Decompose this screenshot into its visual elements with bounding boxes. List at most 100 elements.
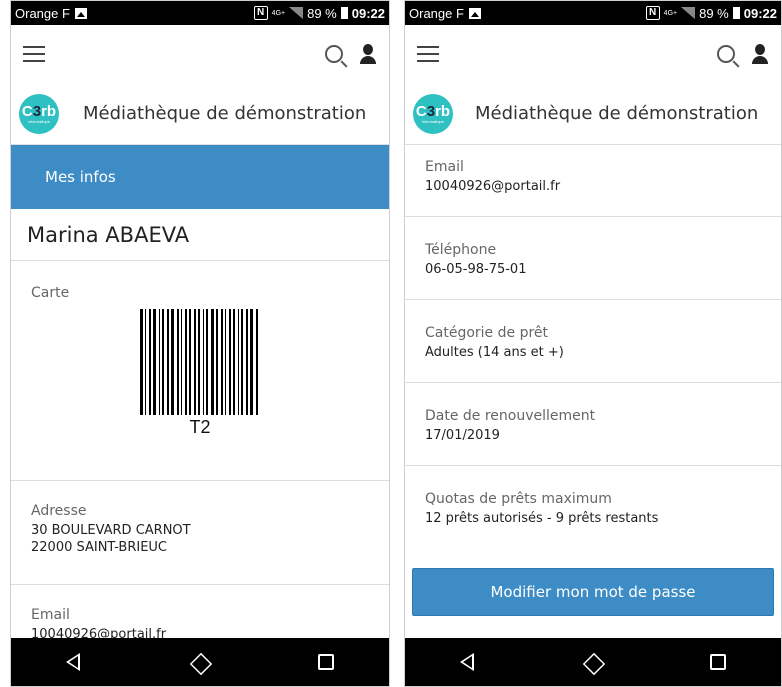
recent-apps-icon[interactable] [318, 654, 334, 670]
barcode-bar [194, 309, 196, 415]
email-label: Email [31, 607, 70, 623]
library-logo: C3rb informatique [19, 93, 59, 134]
menu-icon[interactable] [23, 46, 45, 62]
barcode-bar [240, 309, 243, 415]
barcode-bar [166, 309, 170, 415]
brand-bar[interactable]: C3rb informatique Médiathèque de démonst… [405, 83, 781, 145]
clock: 09:22 [351, 5, 385, 21]
barcode-bar [211, 309, 215, 415]
field-label: Catégorie de prêt [425, 325, 549, 341]
barcode-bar [205, 309, 209, 415]
field-value: 12 prêts autorisés - 9 prêts restants [425, 511, 659, 526]
battery-percent: 89 % [307, 5, 337, 21]
nfc-icon: N [645, 6, 660, 20]
barcode-bar [158, 309, 160, 415]
clock: 09:22 [743, 5, 777, 21]
barcode-bar [161, 309, 164, 415]
loan-quota-section: Quotas de prêts maximum 12 prêts autoris… [405, 466, 781, 549]
image-icon [468, 7, 481, 19]
barcode-bar [220, 309, 223, 415]
address-label: Adresse [31, 503, 87, 519]
app-bar [405, 25, 781, 83]
logo-subtitle: informatique [421, 118, 444, 124]
logo-mark: C3rb [415, 102, 451, 120]
email-section: Email 10040926@portail.fr [405, 145, 781, 217]
barcode-bar [245, 309, 249, 415]
loan-category-section: Catégorie de prêt Adultes (14 ans et +) [405, 300, 781, 383]
battery-icon [732, 7, 740, 19]
library-name: Médiathèque de démonstration [83, 103, 367, 124]
signal-icon [289, 7, 304, 19]
user-icon[interactable] [359, 44, 377, 64]
carrier-name: Orange F [409, 5, 464, 21]
field-value: Adultes (14 ans et +) [425, 345, 564, 360]
logo-mark: C3rb [21, 102, 57, 120]
home-icon[interactable] [583, 653, 601, 671]
app-bar [11, 25, 389, 83]
tab-label: Mes infos [45, 168, 116, 186]
barcode-bar [149, 309, 152, 415]
menu-icon[interactable] [417, 46, 439, 62]
library-name: Médiathèque de démonstration [475, 103, 759, 124]
user-name: Marina ABAEVA [11, 209, 389, 261]
tab-mes-infos[interactable]: Mes infos [11, 145, 389, 209]
field-value: 10040926@portail.fr [425, 179, 561, 194]
barcode-text: T2 [189, 417, 211, 437]
home-icon[interactable] [190, 653, 208, 671]
barcode-bar [153, 309, 156, 415]
field-value: 06-05-98-75-01 [425, 262, 527, 277]
button-area: Modifier mon mot de passe [405, 546, 781, 638]
phone-screen-right: Orange F N 4G+ 89 % 09:22 C3rb informati… [404, 0, 782, 687]
nfc-icon: N [253, 6, 268, 20]
barcode-bar [202, 309, 204, 415]
field-label: Email [425, 159, 464, 175]
image-icon [74, 7, 87, 19]
back-icon[interactable] [66, 653, 80, 671]
address-line-2: 22000 SAINT-BRIEUC [31, 540, 167, 555]
battery-percent: 89 % [699, 5, 729, 21]
account-content[interactable]: Mes infos Marina ABAEVA Carte T2 Adresse… [11, 145, 389, 638]
change-password-button[interactable]: Modifier mon mot de passe [412, 568, 774, 616]
field-value: 17/01/2019 [425, 428, 500, 443]
barcode-bar [228, 309, 232, 415]
barcode-bar [256, 309, 258, 415]
card-label: Carte [31, 285, 70, 301]
system-nav-bar [11, 638, 389, 686]
address-section: Adresse 30 BOULEVARD CARNOT 22000 SAINT-… [11, 481, 389, 585]
search-icon[interactable] [325, 45, 343, 63]
field-label: Téléphone [425, 242, 497, 258]
status-bar: Orange F N 4G+ 89 % 09:22 [405, 1, 781, 25]
email-value: 10040926@portail.fr [31, 627, 167, 638]
phone-section: Téléphone 06-05-98-75-01 [405, 217, 781, 300]
search-icon[interactable] [717, 45, 735, 63]
recent-apps-icon[interactable] [710, 654, 727, 670]
barcode-bar [250, 309, 254, 415]
barcode-bar [171, 309, 175, 415]
barcode-bar [140, 309, 143, 415]
barcode-bar [216, 309, 218, 415]
barcode-bar [144, 309, 147, 415]
barcode-bar [233, 309, 236, 415]
logo-subtitle: informatique [27, 118, 50, 124]
user-icon[interactable] [751, 44, 769, 64]
barcode-bar [224, 309, 226, 415]
brand-bar[interactable]: C3rb informatique Médiathèque de démonst… [11, 83, 389, 145]
renewal-date-section: Date de renouvellement 17/01/2019 [405, 383, 781, 466]
barcode-bar [177, 309, 179, 415]
system-nav-bar [405, 638, 781, 686]
library-logo: C3rb informatique [413, 93, 453, 134]
email-section: Email 10040926@portail.fr [11, 585, 389, 638]
field-label: Date de renouvellement [425, 408, 596, 424]
barcode-bar [189, 309, 192, 415]
network-type: 4G+ [663, 9, 678, 17]
barcode: T2 [140, 309, 260, 438]
battery-icon [340, 7, 348, 19]
field-label: Quotas de prêts maximum [425, 491, 612, 507]
card-section: Carte T2 [11, 261, 389, 481]
back-icon[interactable] [459, 653, 474, 671]
barcode-bar [184, 309, 188, 415]
signal-icon [681, 7, 696, 19]
barcode-bar [198, 309, 200, 415]
carrier-name: Orange F [15, 5, 70, 21]
status-bar: Orange F N 4G+ 89 % 09:22 [11, 1, 389, 25]
